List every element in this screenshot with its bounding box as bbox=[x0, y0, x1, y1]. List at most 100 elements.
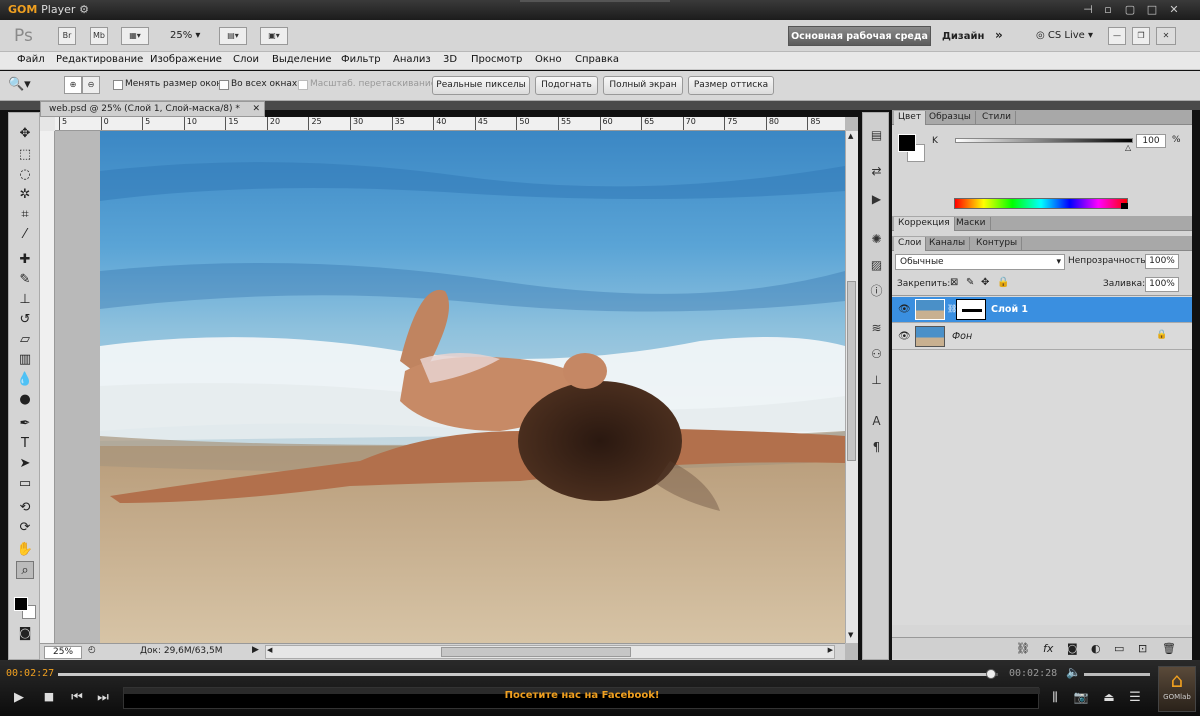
marquee-tool-icon[interactable]: ⬚ bbox=[16, 146, 34, 164]
horizontal-scroll-thumb[interactable] bbox=[441, 647, 631, 657]
mini-bridge-button[interactable]: Mb bbox=[90, 27, 108, 45]
type-tool-icon[interactable]: T bbox=[16, 435, 34, 453]
history-brush-tool-icon[interactable]: ↺ bbox=[16, 311, 34, 329]
brush-tool-icon[interactable]: ✎ bbox=[16, 271, 34, 289]
zoom-tool-preset-icon[interactable]: 🔍▾ bbox=[8, 77, 48, 95]
adjustments-panel-icon[interactable]: ✺ bbox=[868, 231, 885, 248]
tab-masks[interactable]: Маски bbox=[952, 217, 991, 231]
layer-style-icon[interactable]: fx bbox=[1043, 642, 1053, 655]
fill-screen-button[interactable]: Полный экран bbox=[603, 76, 683, 95]
menu-help[interactable]: Справка bbox=[575, 54, 619, 65]
link-layers-icon[interactable]: ⛓ bbox=[1016, 642, 1030, 655]
seek-handle[interactable] bbox=[986, 669, 997, 679]
bridge-button[interactable]: Br bbox=[58, 27, 76, 45]
eye-icon[interactable]: 👁 bbox=[898, 304, 911, 315]
tab-color[interactable]: Цвет bbox=[894, 111, 927, 125]
zoom-out-icon[interactable]: ⊖ bbox=[82, 76, 100, 94]
stop-icon[interactable]: ■ bbox=[40, 690, 58, 703]
tab-adjustments[interactable]: Коррекция bbox=[894, 217, 955, 231]
layer-name[interactable]: Фон bbox=[952, 331, 972, 342]
menu-select[interactable]: Выделение bbox=[272, 54, 332, 65]
k-value-field[interactable]: 100 bbox=[1136, 134, 1166, 148]
ps-restore-icon[interactable]: ❐ bbox=[1132, 27, 1150, 45]
pen-tool-icon[interactable]: ✒ bbox=[16, 415, 34, 433]
actual-pixels-button[interactable]: Реальные пикселы bbox=[432, 76, 530, 95]
eraser-tool-icon[interactable]: ▱ bbox=[16, 331, 34, 349]
workspace-essentials-button[interactable]: Основная рабочая среда bbox=[788, 26, 931, 46]
new-group-icon[interactable]: ▭ bbox=[1114, 642, 1124, 655]
spectrum-black-chip[interactable] bbox=[1121, 203, 1128, 209]
zoom-in-icon[interactable]: ⊕ bbox=[64, 76, 82, 94]
scrubby-zoom-checkbox[interactable] bbox=[298, 80, 308, 90]
paragraph-panel-icon[interactable]: ¶ bbox=[868, 439, 885, 456]
canvas-horizontal-scrollbar[interactable]: ◀ ▶ bbox=[265, 645, 835, 659]
quick-mask-icon[interactable]: ◙ bbox=[16, 625, 34, 643]
3d-orbit-tool-icon[interactable]: ⟳ bbox=[16, 519, 34, 537]
actions-panel-icon[interactable]: ▶ bbox=[868, 191, 885, 208]
color-panel-foreground-swatch[interactable] bbox=[898, 134, 916, 152]
scroll-right-icon[interactable]: ▶ bbox=[828, 646, 833, 654]
equalizer-icon[interactable]: ⫼ bbox=[1046, 690, 1064, 705]
capture-icon[interactable]: 📷 bbox=[1072, 690, 1090, 704]
lock-position-icon[interactable]: ✥ bbox=[981, 277, 989, 288]
mini-bridge-icon[interactable]: ⇄ bbox=[868, 163, 885, 180]
menu-icon[interactable]: ☰ bbox=[1126, 690, 1144, 705]
eyedropper-tool-icon[interactable]: ⁄ bbox=[16, 226, 34, 244]
info-banner[interactable]: Посетите нас на Facebook! bbox=[123, 687, 1040, 709]
tab-styles[interactable]: Стили bbox=[978, 111, 1016, 125]
vertical-scroll-thumb[interactable] bbox=[847, 281, 856, 461]
healing-tool-icon[interactable]: ✚ bbox=[16, 251, 34, 269]
color-spectrum-bar[interactable] bbox=[954, 198, 1128, 209]
blur-tool-icon[interactable]: 💧 bbox=[16, 371, 34, 389]
menu-file[interactable]: Файл bbox=[17, 54, 45, 65]
document-tab[interactable]: web.psd @ 25% (Слой 1, Слой-маска/8) * ✕ bbox=[40, 101, 265, 117]
ps-close-icon[interactable]: ✕ bbox=[1156, 27, 1176, 45]
print-size-button[interactable]: Размер оттиска bbox=[688, 76, 774, 95]
gear-icon[interactable]: ⚙ bbox=[76, 3, 92, 17]
fit-screen-button[interactable]: Подогнать bbox=[535, 76, 598, 95]
ruler-origin[interactable] bbox=[40, 117, 55, 131]
shape-tool-icon[interactable]: ▭ bbox=[16, 475, 34, 493]
previous-icon[interactable]: ⏮ bbox=[68, 690, 86, 705]
fill-field[interactable]: 100% bbox=[1145, 277, 1179, 292]
status-menu-icon[interactable]: ▶ bbox=[252, 645, 259, 655]
info-panel-icon[interactable]: ⓘ bbox=[868, 283, 885, 300]
status-info-icon[interactable]: ◴ bbox=[88, 645, 96, 655]
layer-mask-thumbnail[interactable] bbox=[956, 299, 986, 320]
adjustment-layer-icon[interactable]: ◐ bbox=[1091, 642, 1101, 655]
3d-rotate-tool-icon[interactable]: ⟲ bbox=[16, 499, 34, 517]
tab-channels[interactable]: Каналы bbox=[925, 237, 971, 251]
canvas-vertical-scrollbar[interactable]: ▲ ▼ bbox=[845, 131, 858, 643]
tab-swatches[interactable]: Образцы bbox=[925, 111, 976, 125]
image-canvas[interactable] bbox=[100, 131, 845, 643]
menu-3d[interactable]: 3D bbox=[443, 54, 457, 65]
volume-icon[interactable]: 🔈 bbox=[1066, 665, 1081, 679]
workspace-design-button[interactable]: Дизайн bbox=[942, 31, 984, 42]
layer-row-layer1[interactable]: 👁 ⛓ Слой 1 bbox=[892, 297, 1192, 323]
close-document-icon[interactable]: ✕ bbox=[252, 102, 260, 116]
image-panel-icon[interactable]: ▨ bbox=[868, 257, 885, 274]
add-mask-icon[interactable]: ◙ bbox=[1067, 642, 1078, 655]
gradient-tool-icon[interactable]: ▥ bbox=[16, 351, 34, 369]
menu-analysis[interactable]: Анализ bbox=[393, 54, 431, 65]
clone-source-icon[interactable]: ⚇ bbox=[868, 346, 885, 363]
all-windows-checkbox[interactable] bbox=[219, 80, 229, 90]
menu-layers[interactable]: Слои bbox=[233, 54, 259, 65]
seek-bar[interactable] bbox=[58, 669, 998, 679]
foreground-color-swatch[interactable] bbox=[14, 597, 28, 611]
lasso-tool-icon[interactable]: ◌ bbox=[16, 166, 34, 184]
move-tool-icon[interactable]: ✥ bbox=[16, 125, 34, 143]
resize-windows-checkbox[interactable] bbox=[113, 80, 123, 90]
path-select-tool-icon[interactable]: ➤ bbox=[16, 455, 34, 473]
screen-mode-button[interactable]: ▣▾ bbox=[260, 27, 288, 45]
dodge-tool-icon[interactable]: ● bbox=[16, 391, 34, 409]
maximize-icon[interactable]: □ bbox=[1144, 3, 1160, 17]
k-channel-slider[interactable] bbox=[955, 138, 1133, 143]
status-zoom-field[interactable]: 25% bbox=[44, 646, 82, 659]
lock-all-icon[interactable]: 🔒 bbox=[997, 277, 1009, 288]
zoom-level-select[interactable]: 25% ▾ bbox=[170, 30, 200, 41]
play-icon[interactable]: ▶ bbox=[10, 690, 28, 705]
opacity-field[interactable]: 100% bbox=[1145, 254, 1179, 269]
scroll-up-icon[interactable]: ▲ bbox=[848, 132, 853, 140]
cs-live-button[interactable]: ◎ CS Live ▾ bbox=[1036, 30, 1093, 41]
